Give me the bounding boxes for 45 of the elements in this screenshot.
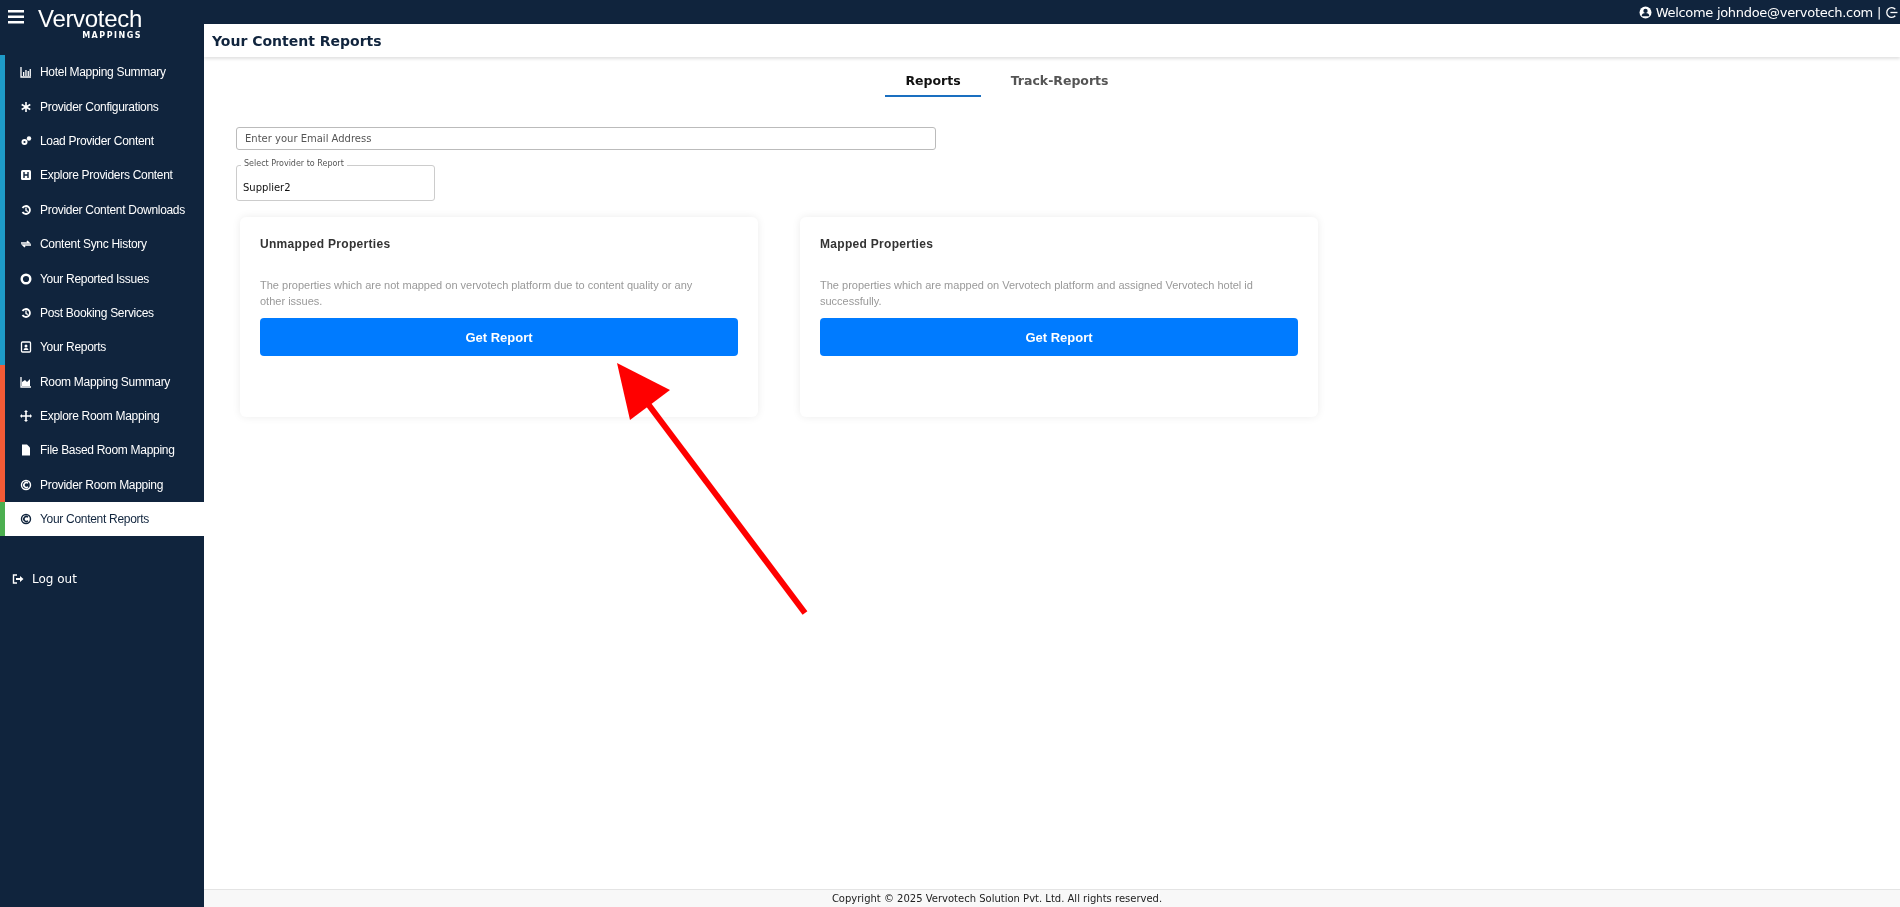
menu-icon[interactable] <box>8 10 24 24</box>
get-report-button[interactable]: Get Report <box>820 318 1298 356</box>
sidebar-item[interactable]: File Based Room Mapping <box>0 433 204 468</box>
tab[interactable]: Reports <box>885 67 981 97</box>
file-icon <box>20 444 32 457</box>
sidebar-item[interactable]: Explore Providers Content <box>0 158 204 193</box>
sidebar-item[interactable]: Provider Configurations <box>0 89 204 124</box>
hotel-sign-icon <box>20 169 32 182</box>
sidebar-item[interactable]: Post Booking Services <box>0 295 204 331</box>
logo-subtitle: MAPPINGS <box>82 31 143 41</box>
sidebar-item[interactable]: Explore Room Mapping <box>0 398 204 434</box>
welcome-text: Welcome johndoe@vervotech.com <box>1655 4 1873 20</box>
sidebar-item[interactable]: Provider Content Downloads <box>0 192 204 227</box>
logout-link[interactable]: Log out <box>0 572 204 587</box>
card-description: The properties which are not mapped on vervotech platform due to content quality or any other issues. <box>260 278 694 309</box>
sidebar-item[interactable]: Your Reported Issues <box>0 261 204 296</box>
sidebar-item[interactable]: Your Reports <box>0 330 204 365</box>
history-icon <box>20 306 32 319</box>
sidebar-item[interactable]: Hotel Mapping Summary <box>0 55 204 90</box>
page-title: Your Content Reports <box>204 24 1900 57</box>
sidebar-item[interactable]: Room Mapping Summary <box>0 364 204 399</box>
card-title: Unmapped Properties <box>260 237 392 251</box>
history-icon <box>20 203 32 216</box>
card-description: The properties which are mapped on Vervotech platform and assigned Vervotech hotel id successfully. <box>820 278 1254 309</box>
separator: | <box>1876 4 1881 20</box>
sidebar-item[interactable]: Content Sync History <box>0 226 204 262</box>
tab[interactable]: Track-Reports <box>990 67 1129 97</box>
bar-chart-icon <box>20 66 32 79</box>
logout-icon[interactable] <box>1885 5 1898 19</box>
snowflake-icon <box>20 100 32 113</box>
field-label: Select Provider to Report <box>241 159 347 169</box>
copyright-text: Copyright © 2025 Vervotech Solution Pvt. Ltd. All rights reserved. <box>831 893 1163 904</box>
logo-name: Vervotech <box>38 7 143 31</box>
logout-icon <box>12 573 24 586</box>
copyright-icon <box>20 513 32 526</box>
copyright-icon <box>20 478 32 491</box>
move-arrows-icon <box>20 410 32 423</box>
area-chart-icon <box>20 375 32 388</box>
email-field[interactable]: Enter your Email Address <box>236 127 936 150</box>
sidebar-item[interactable]: Your Content Reports <box>0 502 204 537</box>
card-title: Mapped Properties <box>820 237 935 251</box>
contact-card-icon <box>20 341 32 354</box>
get-report-button[interactable]: Get Report <box>260 318 738 356</box>
user-icon <box>1638 5 1652 19</box>
sidebar-item[interactable]: Load Provider Content <box>0 123 204 159</box>
